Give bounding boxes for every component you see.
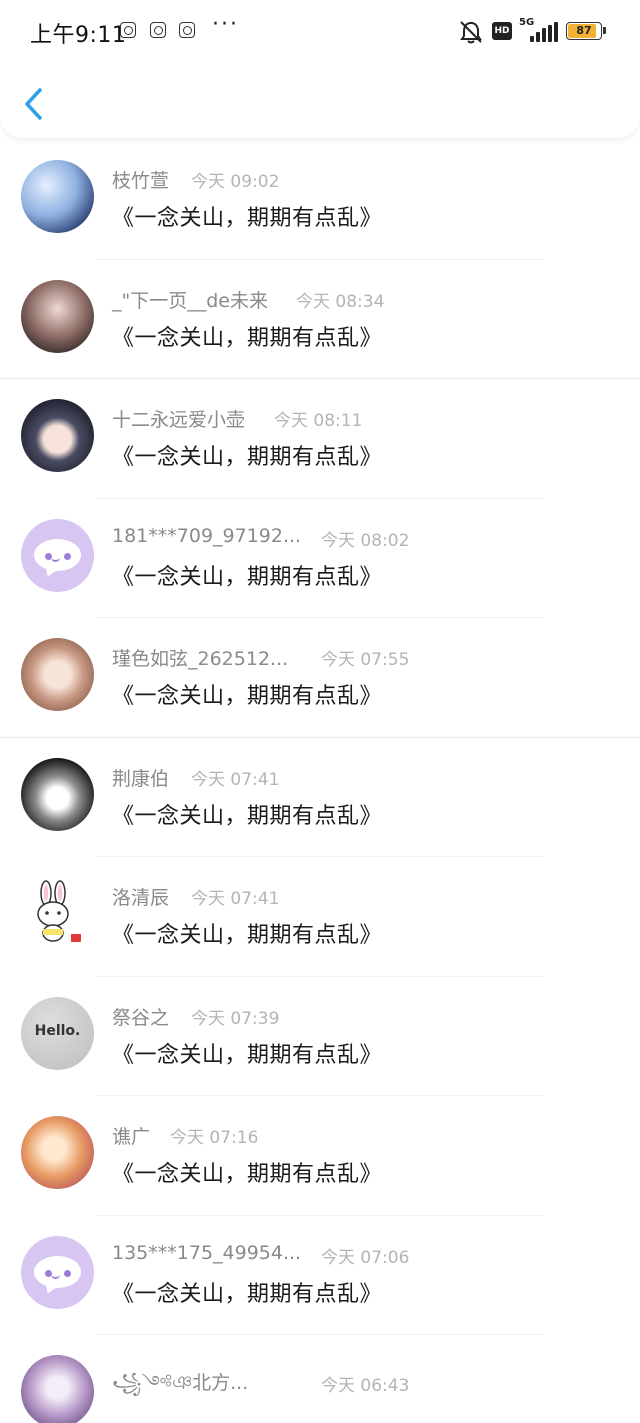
message-time: 今天 09:02 <box>191 172 280 192</box>
message-text: 《一念关山，期期有点乱》 <box>112 684 383 709</box>
avatar[interactable] <box>21 160 94 233</box>
avatar[interactable] <box>21 1235 94 1309</box>
sender-name: ꧁༺ঞ北方... <box>112 1372 249 1394</box>
sender-meta: 135***175_49954... <box>112 1242 301 1264</box>
message-time: 今天 07:06 <box>321 1247 410 1268</box>
message-time: 今天 06:43 <box>321 1376 410 1396</box>
sender-meta: 瑾色如弦_262512... <box>112 644 288 671</box>
message-list: 枝竹萱 今天 09:02 《一念关山，期期有点乱》 _"下一页__de未来 今天 08:… <box>0 140 640 1423</box>
message-time: 今天 07:41 <box>191 889 280 909</box>
message-text: 《一念关山，期期有点乱》 <box>112 1042 383 1068</box>
rabbit-icon <box>37 880 81 942</box>
sender-meta: 洛清辰 <box>112 883 169 910</box>
message-time: 今天 07:39 <box>191 1008 280 1029</box>
eye <box>64 552 71 560</box>
sender-name: 十二永远爱小壶 <box>112 409 246 431</box>
list-item[interactable]: 洛清辰 今天 07:41 《一念关山，期期有点乱》 <box>0 857 640 977</box>
sender-meta: 祭谷之 <box>112 1003 169 1030</box>
avatar[interactable] <box>21 399 94 472</box>
message-text: 《一念关山，期期有点乱》 <box>112 206 383 231</box>
message-text: 《一念关山，期期有点乱》 <box>112 445 383 470</box>
sender-meta: _"下一页__de未来 <box>112 286 268 313</box>
message-text: 《一念关山，期期有点乱》 <box>112 564 383 590</box>
eye <box>64 1269 71 1277</box>
sender-meta: 谯广 <box>112 1122 150 1149</box>
sender-name: 荆康伯 <box>112 767 170 790</box>
sender-name: 谯广 <box>112 1126 151 1148</box>
avatar-text: Hello. <box>34 1022 81 1039</box>
avatar[interactable]: Hello. <box>21 996 94 1070</box>
list-item[interactable]: ꧁༺ঞ北方... 今天 06:43 <box>0 1335 640 1423</box>
message-text: 《一念关山，期期有点乱》 <box>112 803 383 829</box>
message-text: 《一念关山，期期有点乱》 <box>112 1162 383 1187</box>
message-text: 《一念关山，期期有点乱》 <box>112 923 383 948</box>
list-item[interactable]: 181***709_97192... 今天 08:02 《一念关山，期期有点乱》 <box>0 499 640 618</box>
sender-name: 瑾色如弦_262512... <box>112 648 289 670</box>
avatar[interactable] <box>21 877 94 950</box>
message-time: 今天 08:11 <box>274 411 363 431</box>
sender-name: 181***709_97192... <box>112 524 302 547</box>
chat-bubble-icon <box>34 538 81 571</box>
sender-name: 135***175_49954... <box>112 1241 302 1264</box>
chat-bubble-icon <box>34 1255 81 1288</box>
message-time: 今天 07:41 <box>191 769 280 790</box>
chevron-left-icon[interactable] <box>18 84 52 124</box>
avatar[interactable] <box>21 518 94 592</box>
sender-meta: 荆康伯 <box>112 764 169 791</box>
message-time: 今天 08:34 <box>296 291 385 312</box>
sender-name: 枝竹萱 <box>112 170 170 192</box>
list-item[interactable]: 荆康伯 今天 07:41 《一念关山，期期有点乱》 <box>0 738 640 857</box>
list-item[interactable]: 枝竹萱 今天 09:02 《一念关山，期期有点乱》 <box>0 140 640 260</box>
list-item[interactable]: Hello. 祭谷之 今天 07:39 《一念关山，期期有点乱》 <box>0 977 640 1096</box>
message-text: 《一念关山，期期有点乱》 <box>112 325 383 351</box>
message-time: 今天 08:02 <box>321 530 410 551</box>
avatar[interactable] <box>21 1355 94 1423</box>
avatar[interactable] <box>21 638 94 711</box>
list-item[interactable]: _"下一页__de未来 今天 08:34 《一念关山，期期有点乱》 <box>0 260 640 379</box>
message-time: 今天 07:16 <box>170 1128 259 1148</box>
list-item[interactable]: 十二永远爱小壶 今天 08:11 《一念关山，期期有点乱》 <box>0 379 640 499</box>
header <box>0 0 640 138</box>
sender-meta: 枝竹萱 <box>112 166 169 193</box>
sender-meta: 十二永远爱小壶 <box>112 405 245 432</box>
sender-meta: ꧁༺ঞ北方... <box>112 1361 248 1415</box>
avatar[interactable] <box>21 757 94 831</box>
message-time: 今天 07:55 <box>321 650 410 670</box>
list-item[interactable]: 瑾色如弦_262512... 今天 07:55 《一念关山，期期有点乱》 <box>0 618 640 738</box>
avatar[interactable] <box>21 1116 94 1189</box>
sender-name: 洛清辰 <box>112 887 170 909</box>
avatar[interactable] <box>21 279 94 353</box>
sender-name: _"下一页__de未来 <box>112 289 268 312</box>
message-text: 《一念关山，期期有点乱》 <box>112 1281 383 1307</box>
list-item[interactable]: 谯广 今天 07:16 《一念关山，期期有点乱》 <box>0 1096 640 1216</box>
sender-meta: 181***709_97192... <box>112 525 301 547</box>
list-item[interactable]: 135***175_49954... 今天 07:06 《一念关山，期期有点乱》 <box>0 1216 640 1335</box>
sender-name: 祭谷之 <box>112 1006 170 1029</box>
